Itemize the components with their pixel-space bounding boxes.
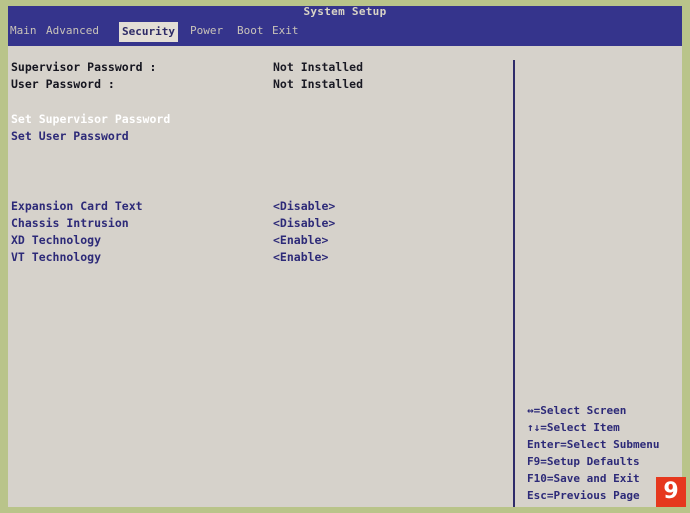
expansion-card-text-label[interactable]: Expansion Card Text [11,199,143,213]
security-panel: Supervisor Password : Not Installed User… [8,46,682,507]
help-save-exit: F10=Save and Exit [527,472,640,485]
user-password-label: User Password : [11,77,115,91]
tab-power[interactable]: Power [190,24,223,38]
tab-exit[interactable]: Exit [272,24,299,38]
help-setup-defaults: F9=Setup Defaults [527,455,640,468]
help-previous-page: Esc=Previous Page [527,489,640,502]
window-title: System Setup [303,6,387,18]
tab-main[interactable]: Main [10,24,37,38]
help-divider [513,60,515,507]
xd-technology-value[interactable]: <Enable> [273,233,328,247]
supervisor-password-status: Not Installed [273,60,364,74]
bios-screen: System Setup Main Advanced Security Powe… [8,6,682,507]
chassis-intrusion-label[interactable]: Chassis Intrusion [11,216,129,230]
vt-technology-label[interactable]: VT Technology [11,250,101,264]
expansion-card-text-value[interactable]: <Disable> [273,199,335,213]
supervisor-password-label: Supervisor Password : [11,60,157,74]
help-select-screen: ↔=Select Screen [527,404,627,417]
help-select-submenu: Enter=Select Submenu [527,438,660,451]
xd-technology-label[interactable]: XD Technology [11,233,101,247]
set-supervisor-password-item[interactable]: Set Supervisor Password [11,112,170,126]
title-bar: System Setup [8,6,682,18]
user-password-status: Not Installed [273,77,364,91]
help-select-item: ↑↓=Select Item [527,421,620,434]
step-number-badge: 9 [656,477,686,507]
menu-bar: Main Advanced Security Power Boot Exit [8,18,682,46]
set-user-password-item[interactable]: Set User Password [11,129,129,143]
tab-security[interactable]: Security [119,22,178,42]
vt-technology-value[interactable]: <Enable> [273,250,328,264]
chassis-intrusion-value[interactable]: <Disable> [273,216,335,230]
tab-advanced[interactable]: Advanced [46,24,99,38]
tab-boot[interactable]: Boot [237,24,264,38]
